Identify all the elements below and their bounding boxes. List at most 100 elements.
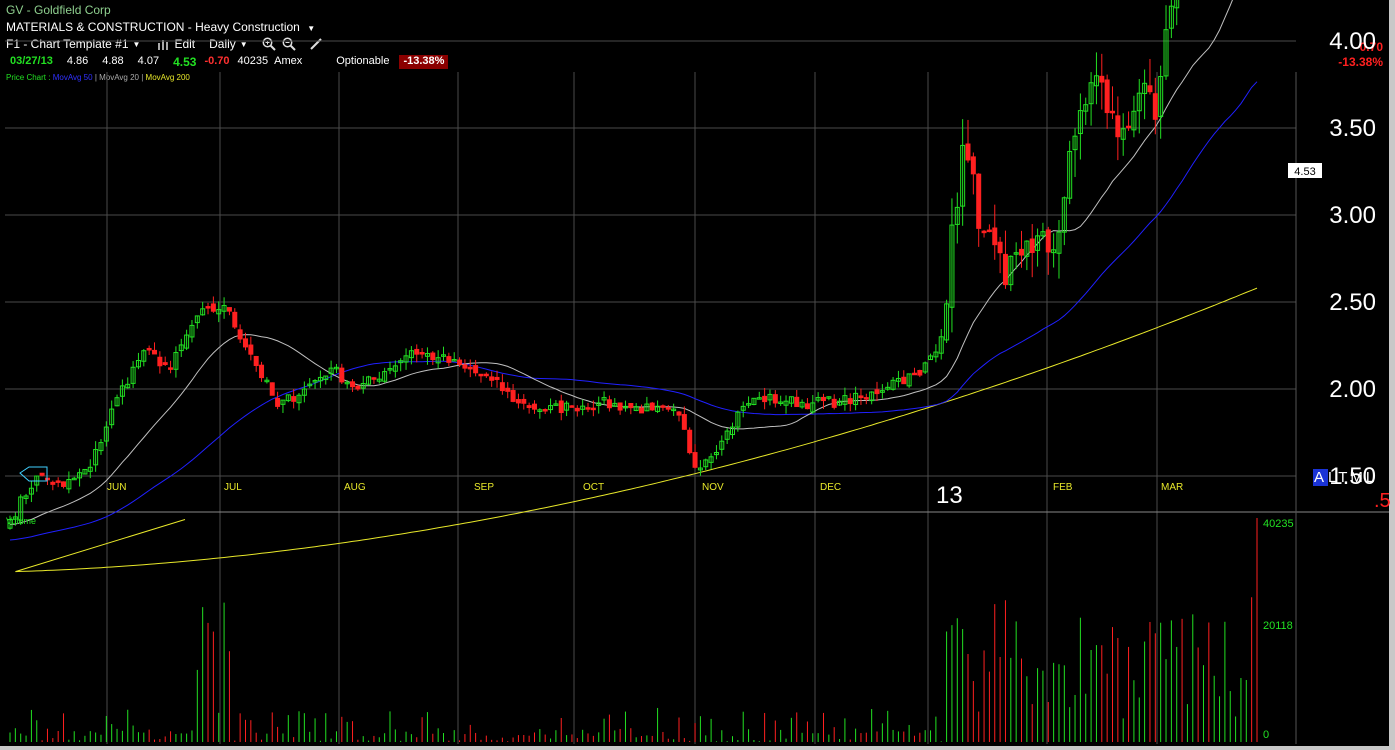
candle-body <box>772 394 778 404</box>
candle-body <box>1115 115 1121 138</box>
candle-body <box>419 352 425 355</box>
candle-body <box>911 372 917 376</box>
candle-body <box>1152 93 1158 120</box>
y-tick-label-5: 3.00 <box>1329 202 1376 229</box>
candle-body <box>986 229 992 233</box>
candle-body <box>676 411 682 416</box>
candle-body <box>526 405 532 409</box>
x-tick-label-2: AUG <box>344 482 366 493</box>
candle-body <box>473 365 479 374</box>
x-tick-label-4: OCT <box>583 482 604 493</box>
x-tick-label-8: MAR <box>1161 482 1183 493</box>
candle-body <box>687 429 693 454</box>
candle-body <box>992 227 998 246</box>
y-tick-label-7: 2.00 <box>1329 376 1376 403</box>
candle-body <box>639 407 645 414</box>
candle-body <box>665 407 671 410</box>
candle-body <box>269 382 275 396</box>
volume-layer <box>9 518 1258 742</box>
altml-indicator[interactable]: ALTML <box>1313 469 1377 486</box>
candle-body <box>152 349 158 355</box>
candle-body <box>489 376 495 381</box>
candle-body <box>1104 79 1110 114</box>
candle-body <box>226 307 232 312</box>
candle-body <box>478 373 484 377</box>
candle-body <box>483 373 489 377</box>
candle-body <box>542 409 548 412</box>
candle-body <box>232 311 238 328</box>
volume-tick-label-0: 40235 <box>1263 518 1294 530</box>
volume-label: Volume <box>6 516 37 526</box>
candle-body <box>590 407 596 411</box>
candle-body <box>847 398 853 405</box>
candle-body <box>210 303 216 312</box>
candle-body <box>794 396 800 408</box>
candle-body <box>168 367 174 370</box>
candle-body <box>146 347 152 351</box>
candle-body <box>863 397 869 400</box>
ma20-layer <box>9 0 1233 525</box>
year-label: 13 <box>936 482 963 509</box>
candle-body <box>820 396 826 402</box>
x-tick-label-3: SEP <box>474 482 494 493</box>
candle-body <box>558 400 564 414</box>
candle-body <box>762 395 768 403</box>
candle-body <box>681 414 687 430</box>
candle-body <box>237 329 243 340</box>
candle-body <box>430 352 436 361</box>
x-tick-label-5: NOV <box>702 482 724 493</box>
candle-body <box>339 367 345 383</box>
candle-body <box>248 344 254 355</box>
candle-body <box>976 173 982 229</box>
candle-body <box>414 348 420 355</box>
altml-rest: LTML <box>1328 469 1378 486</box>
candle-body <box>515 399 521 404</box>
candle-body <box>874 389 880 395</box>
candle-body <box>355 385 361 390</box>
candle-body <box>371 377 377 380</box>
fraction-indicator: .5 <box>1374 490 1391 512</box>
volume-tick-label-2: 0 <box>1263 729 1269 741</box>
volume-tick-label-1: 20118 <box>1263 620 1293 632</box>
candle-body <box>1109 110 1115 114</box>
candle-body <box>1045 229 1051 253</box>
candle-body <box>1126 125 1132 129</box>
candle-body <box>242 338 248 348</box>
candle-body <box>521 398 527 404</box>
candle-body <box>692 452 698 468</box>
candle-body <box>505 387 511 392</box>
candle-body <box>997 241 1003 254</box>
candle-body <box>467 366 473 370</box>
x-tick-label-0: JUN <box>107 482 126 493</box>
x-tick-label-1: JUL <box>224 482 242 493</box>
y-tick-label-3: 4.00 <box>1329 28 1376 55</box>
volume-axis: 40235 20118 0 <box>1263 518 1294 741</box>
last-price-tag: 4.53 <box>1288 163 1322 178</box>
candle-body <box>917 370 923 376</box>
candle-body <box>628 402 634 409</box>
candle-body <box>1002 253 1008 286</box>
candle-body <box>569 405 575 408</box>
candle-body <box>606 399 612 409</box>
x-tick-label-7: FEB <box>1053 482 1073 493</box>
candle-body <box>981 230 987 234</box>
candle-body <box>462 364 468 369</box>
candle-body <box>858 395 864 399</box>
price-axis: 5.505.004.504.003.503.002.502.001.50 <box>1329 28 1376 490</box>
altml-first-letter: A <box>1313 469 1329 486</box>
candle-body <box>499 382 505 392</box>
candle-body <box>291 396 297 402</box>
candle-body <box>50 481 56 485</box>
candle-body <box>804 403 810 410</box>
candle-body <box>494 376 500 380</box>
candle-body <box>205 306 211 309</box>
ma20-line <box>9 0 1233 525</box>
price-chart[interactable]: 5.505.004.504.003.503.002.502.001.50 JUN… <box>0 0 1389 746</box>
x-tick-label-6: DEC <box>820 482 841 493</box>
candle-body <box>901 376 907 385</box>
candle-body <box>61 481 67 487</box>
candle-body <box>831 398 837 408</box>
candle-body <box>157 356 163 367</box>
candle-body <box>350 381 356 388</box>
candle-body <box>259 364 265 379</box>
